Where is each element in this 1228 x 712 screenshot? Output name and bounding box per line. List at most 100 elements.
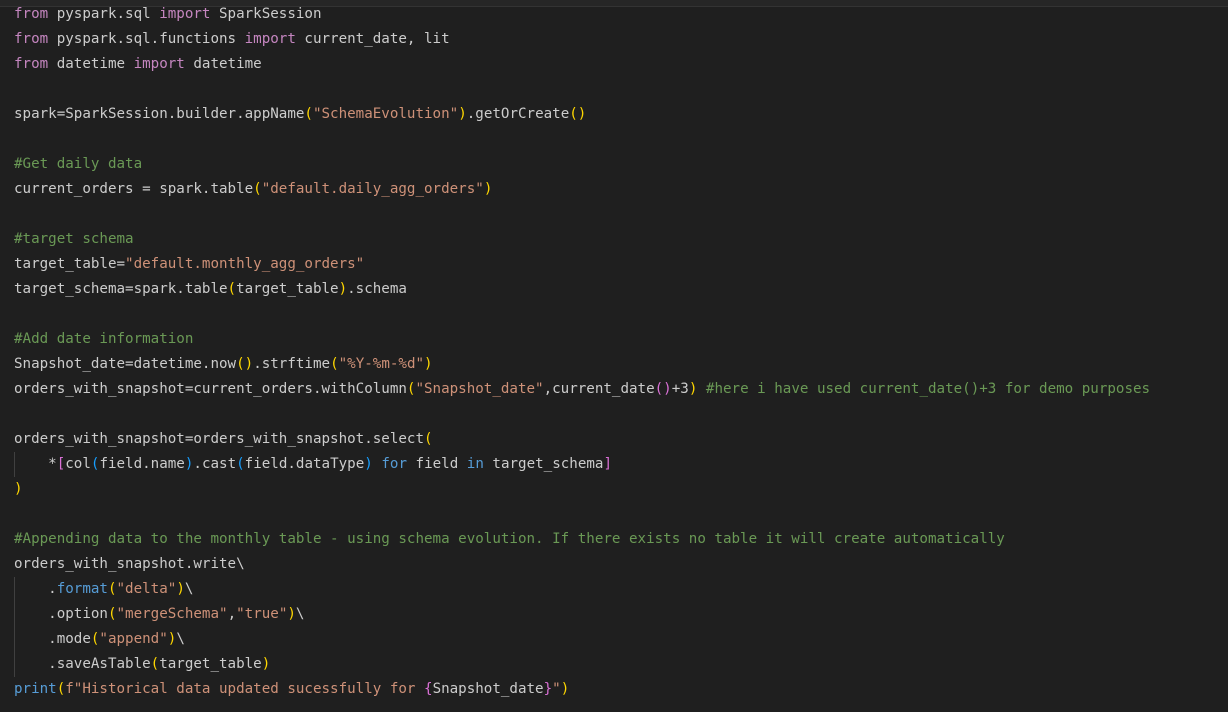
code-token-bracket3: (: [236, 456, 245, 472]
indent-guide: [14, 602, 15, 627]
code-token-default: orders_with_snapshot=orders_with_snapsho…: [14, 431, 424, 447]
code-token-import_kw: import: [133, 56, 185, 72]
code-line[interactable]: target_table="default.monthly_agg_orders…: [14, 252, 1224, 277]
code-line[interactable]: orders_with_snapshot.write\: [14, 552, 1224, 577]
code-line[interactable]: #target schema: [14, 227, 1224, 252]
code-token-string: ": [552, 681, 561, 697]
code-token-bracket1: (: [330, 356, 339, 372]
code-token-bracket1: ): [483, 181, 493, 197]
code-token-string: "delta": [116, 581, 177, 597]
code-editor[interactable]: from pyspark.sql import SparkSession from…: [14, 2, 1224, 702]
code-token-keyword: in: [466, 456, 484, 472]
code-token-bracket1: (: [424, 431, 433, 447]
code-token-default: pyspark.sql.functions: [48, 31, 245, 47]
code-token-string: "%Y-%m-%d": [338, 356, 425, 372]
code-token-default: \: [184, 581, 194, 597]
code-line[interactable]: from pyspark.sql import SparkSession: [14, 2, 1224, 27]
code-token-default: .saveAsTable: [14, 656, 151, 672]
code-token-default: \: [176, 631, 185, 647]
code-token-import_kw: from: [14, 56, 49, 72]
code-token-default: field.dataType: [244, 456, 365, 472]
code-token-comment: #target schema: [14, 231, 134, 247]
code-line[interactable]: ): [14, 477, 1224, 502]
code-token-default: target_schema: [483, 456, 604, 472]
code-token-comment: #Get daily data: [14, 156, 143, 172]
blank-line[interactable]: [14, 302, 1224, 327]
code-token-bracket1: (: [253, 181, 262, 197]
code-line[interactable]: orders_with_snapshot=orders_with_snapsho…: [14, 427, 1224, 452]
code-token-default: Snapshot_date=datetime.now: [14, 356, 237, 372]
blank-line[interactable]: [14, 127, 1224, 152]
code-token-bracket1: (: [304, 106, 313, 122]
code-line[interactable]: .option("mergeSchema","true")\: [14, 602, 1224, 627]
code-token-default: \: [295, 606, 305, 622]
code-token-default: .option: [14, 606, 108, 622]
code-token-bracket1: (: [107, 606, 117, 622]
code-token-string: "default.monthly_agg_orders": [125, 256, 365, 272]
code-line[interactable]: .mode("append")\: [14, 627, 1224, 652]
code-token-bracket1: (: [56, 681, 66, 697]
blank-line[interactable]: [14, 502, 1224, 527]
code-token-keyword: print: [14, 681, 57, 697]
code-token-bracket1: ): [338, 281, 348, 297]
code-token-default: .getOrCreate: [466, 106, 570, 122]
code-token-bracket2: [: [56, 456, 66, 472]
code-line[interactable]: Snapshot_date=datetime.now().strftime("%…: [14, 352, 1224, 377]
code-token-default: .schema: [347, 281, 407, 297]
code-token-bracket1: ): [176, 581, 185, 597]
code-line[interactable]: target_schema=spark.table(target_table).…: [14, 277, 1224, 302]
code-token-import_kw: from: [14, 31, 49, 47]
code-line[interactable]: #Add date information: [14, 327, 1224, 352]
code-token-string: f"Historical data updated sucessfully fo…: [65, 681, 425, 697]
code-line[interactable]: print(f"Historical data updated sucessfu…: [14, 677, 1224, 702]
code-token-bracket2: {: [424, 681, 433, 697]
code-token-bracket2: }: [543, 681, 553, 697]
code-line[interactable]: .format("delta")\: [14, 577, 1224, 602]
code-token-string: "default.daily_agg_orders": [261, 181, 484, 197]
code-token-default: target_schema=spark.table: [14, 281, 228, 297]
code-line[interactable]: orders_with_snapshot=current_orders.with…: [14, 377, 1224, 402]
code-token-default: field: [406, 456, 467, 472]
code-line[interactable]: *[col(field.name).cast(field.dataType) f…: [14, 452, 1224, 477]
code-token-default: datetime: [184, 56, 262, 72]
code-token-import_kw: from: [14, 6, 49, 22]
code-token-bracket1: ): [424, 356, 433, 372]
code-token-bracket1: (): [569, 106, 587, 122]
code-token-comment: #here i have used current_date()+3 for d…: [705, 381, 1151, 397]
code-token-default: ,: [227, 606, 237, 622]
code-token-default: ,current_date: [543, 381, 655, 397]
code-token-string: "append": [99, 631, 168, 647]
code-token-default: .strftime: [253, 356, 331, 372]
code-line[interactable]: spark=SparkSession.builder.appName("Sche…: [14, 102, 1224, 127]
code-token-default: .mode: [14, 631, 91, 647]
code-token-default: SparkSession: [210, 6, 322, 22]
code-token-default: col: [65, 456, 91, 472]
code-token-default: target_table=: [14, 256, 126, 272]
blank-line[interactable]: [14, 402, 1224, 427]
code-token-bracket1: (: [107, 581, 117, 597]
code-token-default: spark=SparkSession.builder.appName: [14, 106, 305, 122]
code-token-bracket3: ): [364, 456, 373, 472]
blank-line[interactable]: [14, 202, 1224, 227]
code-token-bracket2: ]: [603, 456, 613, 472]
code-line[interactable]: from datetime import datetime: [14, 52, 1224, 77]
code-line[interactable]: #Get daily data: [14, 152, 1224, 177]
code-token-import_kw: import: [244, 31, 296, 47]
code-line[interactable]: from pyspark.sql.functions import curren…: [14, 27, 1224, 52]
code-token-default: .: [14, 581, 57, 597]
code-token-string: "mergeSchema": [116, 606, 228, 622]
code-token-keyword: format: [56, 581, 108, 597]
code-token-default: *: [14, 456, 57, 472]
code-token-default: target_table: [236, 281, 339, 297]
code-token-default: [697, 381, 706, 397]
code-token-comment: #Appending data to the monthly table - u…: [14, 531, 1005, 547]
code-token-string: "SchemaEvolution": [312, 106, 459, 122]
code-line[interactable]: .saveAsTable(target_table): [14, 652, 1224, 677]
code-token-comment: #Add date information: [14, 331, 194, 347]
code-line[interactable]: #Appending data to the monthly table - u…: [14, 527, 1224, 552]
code-token-default: field.name: [99, 456, 185, 472]
code-line[interactable]: current_orders = spark.table("default.da…: [14, 177, 1224, 202]
code-token-default: orders_with_snapshot.write\: [14, 556, 245, 572]
blank-line[interactable]: [14, 77, 1224, 102]
code-token-bracket1: (): [236, 356, 254, 372]
